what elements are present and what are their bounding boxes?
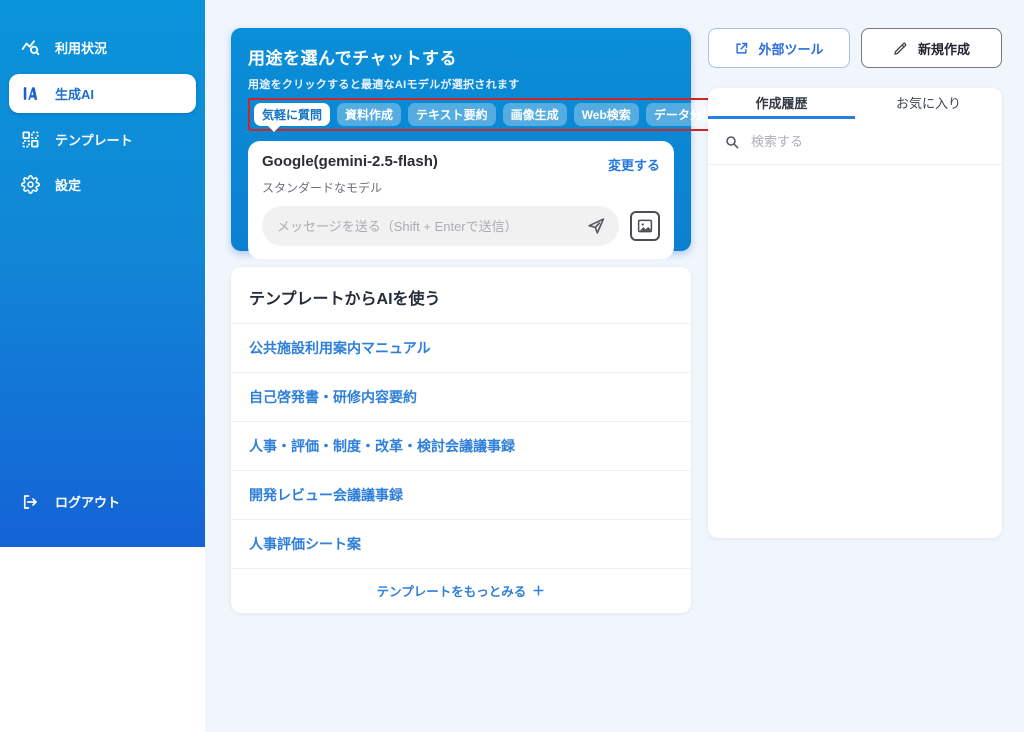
logout-icon bbox=[21, 493, 39, 511]
sidebar-item-usage[interactable]: 利用状況 bbox=[0, 26, 205, 69]
sidebar-item-label: テンプレート bbox=[55, 130, 133, 149]
send-icon[interactable] bbox=[585, 215, 607, 237]
message-input-wrap bbox=[262, 206, 619, 246]
change-model-link[interactable]: 変更する bbox=[608, 155, 660, 174]
attach-image-button[interactable] bbox=[630, 211, 660, 241]
model-name: Google(gemini-2.5-flash) bbox=[262, 153, 438, 170]
sidebar-item-label: 利用状況 bbox=[55, 38, 107, 57]
template-list: 公共施設利用案内マニュアル自己啓発書・研修内容要約人事・評価・制度・改革・検討会… bbox=[231, 323, 691, 568]
annotation-box: 気軽に質問資料作成テキスト要約画像生成Web検索データ分析 bbox=[248, 98, 728, 131]
new-create-button[interactable]: 新規作成 bbox=[861, 28, 1002, 68]
external-link-icon bbox=[734, 41, 749, 56]
purpose-tag-docs[interactable]: 資料作成 bbox=[337, 103, 401, 126]
template-more-link[interactable]: テンプレートをもっとみる bbox=[231, 568, 691, 613]
sidebar: 利用状況生成AI テンプレート設定 ログアウト bbox=[0, 0, 205, 547]
sidebar-item-template[interactable]: テンプレート bbox=[0, 118, 205, 161]
new-create-label: 新規作成 bbox=[918, 39, 970, 58]
tab-favorites[interactable]: お気に入り bbox=[855, 88, 1002, 119]
chat-card-subtitle: 用途をクリックすると最適なAIモデルが選択されます bbox=[248, 76, 674, 92]
logout-label: ログアウト bbox=[55, 492, 120, 511]
template-item[interactable]: 公共施設利用案内マニュアル bbox=[231, 323, 691, 372]
plus-icon bbox=[532, 584, 545, 597]
model-description: スタンダードなモデル bbox=[262, 179, 660, 196]
external-tools-button[interactable]: 外部ツール bbox=[708, 28, 850, 68]
usage-chart-icon bbox=[21, 38, 40, 57]
purpose-tag-image[interactable]: 画像生成 bbox=[503, 103, 567, 126]
template-more-label: テンプレートをもっとみる bbox=[377, 581, 527, 600]
image-icon bbox=[636, 217, 654, 235]
external-tools-label: 外部ツール bbox=[758, 39, 823, 58]
sidebar-nav: 利用状況生成AI テンプレート設定 bbox=[0, 0, 205, 206]
template-item[interactable]: 開発レビュー会議議事録 bbox=[231, 470, 691, 519]
template-grid-icon bbox=[21, 130, 40, 149]
search-input[interactable] bbox=[751, 134, 986, 149]
chat-card: 用途を選んでチャットする 用途をクリックすると最適なAIモデルが選択されます 気… bbox=[231, 28, 691, 251]
model-card: Google(gemini-2.5-flash) 変更する スタンダードなモデル bbox=[248, 141, 674, 259]
search-icon bbox=[724, 134, 740, 150]
sidebar-item-ai[interactable]: 生成AI bbox=[9, 74, 196, 113]
purpose-tag-summary[interactable]: テキスト要約 bbox=[408, 103, 496, 126]
tabs: 作成履歴お気に入り bbox=[708, 88, 1002, 119]
pencil-icon bbox=[893, 41, 908, 56]
template-card: テンプレートからAIを使う 公共施設利用案内マニュアル自己啓発書・研修内容要約人… bbox=[231, 267, 691, 613]
generative-ai-icon bbox=[21, 84, 40, 103]
history-panel: 作成履歴お気に入り bbox=[708, 88, 1002, 538]
sidebar-item-settings[interactable]: 設定 bbox=[0, 163, 205, 206]
template-item[interactable]: 自己啓発書・研修内容要約 bbox=[231, 372, 691, 421]
message-input[interactable] bbox=[277, 219, 585, 234]
chat-card-title: 用途を選んでチャットする bbox=[248, 44, 674, 69]
template-item[interactable]: 人事・評価・制度・改革・検討会議議事録 bbox=[231, 421, 691, 470]
template-card-title: テンプレートからAIを使う bbox=[231, 267, 691, 323]
purpose-tag-casual[interactable]: 気軽に質問 bbox=[254, 103, 330, 126]
purpose-tag-web[interactable]: Web検索 bbox=[574, 103, 639, 126]
search-row bbox=[708, 119, 1002, 165]
sidebar-item-label: 生成AI bbox=[55, 84, 94, 103]
sidebar-item-label: 設定 bbox=[55, 175, 81, 194]
template-item[interactable]: 人事評価シート案 bbox=[231, 519, 691, 568]
gear-icon bbox=[21, 175, 40, 194]
sidebar-item-logout[interactable]: ログアウト bbox=[0, 482, 205, 521]
tab-history[interactable]: 作成履歴 bbox=[708, 88, 855, 119]
